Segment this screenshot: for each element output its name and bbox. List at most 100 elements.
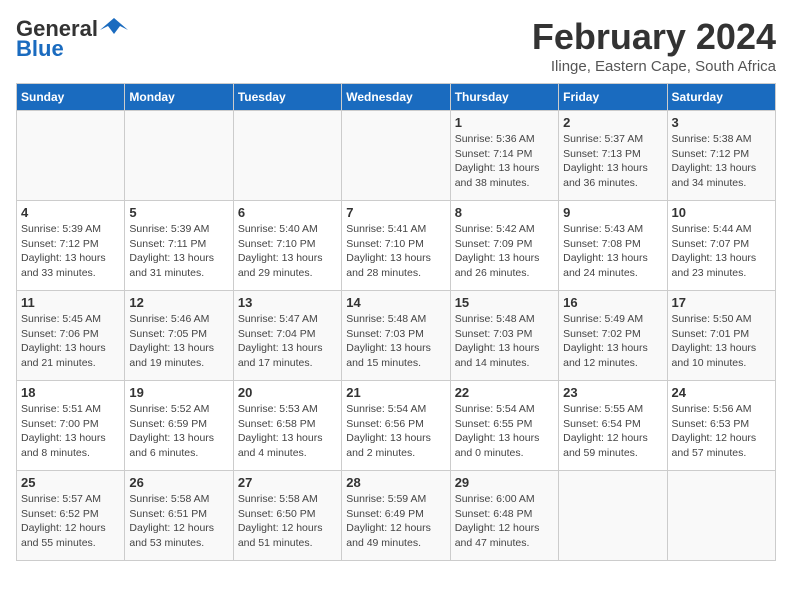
calendar-week-5: 25 Sunrise: 5:57 AM Sunset: 6:52 PM Dayli… [17,471,776,561]
day-number: 14 [346,295,445,310]
day-number: 6 [238,205,337,220]
day-info: Sunrise: 6:00 AM Sunset: 6:48 PM Dayligh… [455,492,554,551]
weekday-header-tuesday: Tuesday [233,84,341,111]
day-info: Sunrise: 5:51 AM Sunset: 7:00 PM Dayligh… [21,402,120,461]
calendar-cell: 27 Sunrise: 5:58 AM Sunset: 6:50 PM Dayli… [233,471,341,561]
day-info: Sunrise: 5:39 AM Sunset: 7:12 PM Dayligh… [21,222,120,281]
calendar-cell: 11 Sunrise: 5:45 AM Sunset: 7:06 PM Dayli… [17,291,125,381]
weekday-header-saturday: Saturday [667,84,775,111]
day-info: Sunrise: 5:58 AM Sunset: 6:50 PM Dayligh… [238,492,337,551]
day-info: Sunrise: 5:55 AM Sunset: 6:54 PM Dayligh… [563,402,662,461]
calendar-cell: 6 Sunrise: 5:40 AM Sunset: 7:10 PM Daylig… [233,201,341,291]
day-info: Sunrise: 5:44 AM Sunset: 7:07 PM Dayligh… [672,222,771,281]
calendar-cell: 16 Sunrise: 5:49 AM Sunset: 7:02 PM Dayli… [559,291,667,381]
calendar-cell: 8 Sunrise: 5:42 AM Sunset: 7:09 PM Daylig… [450,201,558,291]
day-info: Sunrise: 5:57 AM Sunset: 6:52 PM Dayligh… [21,492,120,551]
weekday-header-friday: Friday [559,84,667,111]
weekday-header-wednesday: Wednesday [342,84,450,111]
logo-blue: Blue [16,37,128,61]
day-info: Sunrise: 5:36 AM Sunset: 7:14 PM Dayligh… [455,132,554,191]
calendar-cell: 22Sunrise: 5:54 AM Sunset: 6:55 PM Dayli… [450,381,558,471]
calendar-cell: 10 Sunrise: 5:44 AM Sunset: 7:07 PM Dayli… [667,201,775,291]
day-info: Sunrise: 5:48 AM Sunset: 7:03 PM Dayligh… [346,312,445,371]
day-number: 21 [346,385,445,400]
day-number: 8 [455,205,554,220]
calendar-cell: 20 Sunrise: 5:53 AM Sunset: 6:58 PM Dayli… [233,381,341,471]
day-number: 16 [563,295,662,310]
day-number: 23 [563,385,662,400]
logo-brand: General Blue [16,16,128,61]
calendar-cell: 18 Sunrise: 5:51 AM Sunset: 7:00 PM Dayli… [17,381,125,471]
calendar-cell: 15 Sunrise: 5:48 AM Sunset: 7:03 PM Dayli… [450,291,558,381]
calendar-cell: 25 Sunrise: 5:57 AM Sunset: 6:52 PM Dayli… [17,471,125,561]
day-info: Sunrise: 5:40 AM Sunset: 7:10 PM Dayligh… [238,222,337,281]
day-number: 3 [672,115,771,130]
calendar-week-4: 18 Sunrise: 5:51 AM Sunset: 7:00 PM Dayli… [17,381,776,471]
calendar-cell: 2 Sunrise: 5:37 AM Sunset: 7:13 PM Daylig… [559,111,667,201]
calendar-cell: 9 Sunrise: 5:43 AM Sunset: 7:08 PM Daylig… [559,201,667,291]
day-number: 20 [238,385,337,400]
calendar-cell: 28 Sunrise: 5:59 AM Sunset: 6:49 PM Dayli… [342,471,450,561]
day-number: 2 [563,115,662,130]
day-number: 22 [455,385,554,400]
day-number: 28 [346,475,445,490]
day-info: Sunrise: 5:53 AM Sunset: 6:58 PM Dayligh… [238,402,337,461]
day-info: Sunrise: 5:41 AM Sunset: 7:10 PM Dayligh… [346,222,445,281]
day-number: 26 [129,475,228,490]
calendar-cell [559,471,667,561]
day-info: Sunrise: 5:46 AM Sunset: 7:05 PM Dayligh… [129,312,228,371]
calendar-cell [667,471,775,561]
day-number: 7 [346,205,445,220]
calendar-cell [125,111,233,201]
day-info: Sunrise: 5:37 AM Sunset: 7:13 PM Dayligh… [563,132,662,191]
title-area: February 2024 Ilinge, Eastern Cape, Sout… [532,16,776,75]
weekday-header-sunday: Sunday [17,84,125,111]
calendar-cell: 14 Sunrise: 5:48 AM Sunset: 7:03 PM Dayli… [342,291,450,381]
calendar-cell [17,111,125,201]
weekday-header-row: SundayMondayTuesdayWednesdayThursdayFrid… [17,84,776,111]
day-number: 15 [455,295,554,310]
day-number: 10 [672,205,771,220]
day-number: 29 [455,475,554,490]
calendar-cell: 21 Sunrise: 5:54 AM Sunset: 6:56 PM Dayli… [342,381,450,471]
day-number: 25 [21,475,120,490]
day-info: Sunrise: 5:42 AM Sunset: 7:09 PM Dayligh… [455,222,554,281]
calendar-week-2: 4 Sunrise: 5:39 AM Sunset: 7:12 PM Daylig… [17,201,776,291]
day-info: Sunrise: 5:48 AM Sunset: 7:03 PM Dayligh… [455,312,554,371]
calendar-cell: 17 Sunrise: 5:50 AM Sunset: 7:01 PM Dayli… [667,291,775,381]
day-number: 18 [21,385,120,400]
day-number: 19 [129,385,228,400]
day-info: Sunrise: 5:54 AM Sunset: 6:56 PM Dayligh… [346,402,445,461]
day-info: Sunrise: 5:50 AM Sunset: 7:01 PM Dayligh… [672,312,771,371]
day-number: 13 [238,295,337,310]
day-number: 24 [672,385,771,400]
calendar-cell: 7 Sunrise: 5:41 AM Sunset: 7:10 PM Daylig… [342,201,450,291]
calendar-cell: 3 Sunrise: 5:38 AM Sunset: 7:12 PM Daylig… [667,111,775,201]
day-info: Sunrise: 5:45 AM Sunset: 7:06 PM Dayligh… [21,312,120,371]
calendar-cell: 4 Sunrise: 5:39 AM Sunset: 7:12 PM Daylig… [17,201,125,291]
day-info: Sunrise: 5:38 AM Sunset: 7:12 PM Dayligh… [672,132,771,191]
calendar-cell: 29 Sunrise: 6:00 AM Sunset: 6:48 PM Dayli… [450,471,558,561]
day-info: Sunrise: 5:58 AM Sunset: 6:51 PM Dayligh… [129,492,228,551]
day-info: Sunrise: 5:49 AM Sunset: 7:02 PM Dayligh… [563,312,662,371]
day-number: 11 [21,295,120,310]
day-info: Sunrise: 5:47 AM Sunset: 7:04 PM Dayligh… [238,312,337,371]
day-info: Sunrise: 5:56 AM Sunset: 6:53 PM Dayligh… [672,402,771,461]
calendar-week-3: 11 Sunrise: 5:45 AM Sunset: 7:06 PM Dayli… [17,291,776,381]
day-info: Sunrise: 5:52 AM Sunset: 6:59 PM Dayligh… [129,402,228,461]
day-number: 9 [563,205,662,220]
logo: General Blue [16,16,128,61]
day-number: 4 [21,205,120,220]
weekday-header-monday: Monday [125,84,233,111]
day-number: 17 [672,295,771,310]
location-title: Ilinge, Eastern Cape, South Africa [532,58,776,75]
day-number: 27 [238,475,337,490]
day-info: Sunrise: 5:43 AM Sunset: 7:08 PM Dayligh… [563,222,662,281]
calendar-table: SundayMondayTuesdayWednesdayThursdayFrid… [16,83,776,561]
day-info: Sunrise: 5:59 AM Sunset: 6:49 PM Dayligh… [346,492,445,551]
day-number: 12 [129,295,228,310]
weekday-header-thursday: Thursday [450,84,558,111]
calendar-cell: 12 Sunrise: 5:46 AM Sunset: 7:05 PM Dayli… [125,291,233,381]
calendar-cell: 23 Sunrise: 5:55 AM Sunset: 6:54 PM Dayli… [559,381,667,471]
calendar-week-1: 1Sunrise: 5:36 AM Sunset: 7:14 PM Daylig… [17,111,776,201]
